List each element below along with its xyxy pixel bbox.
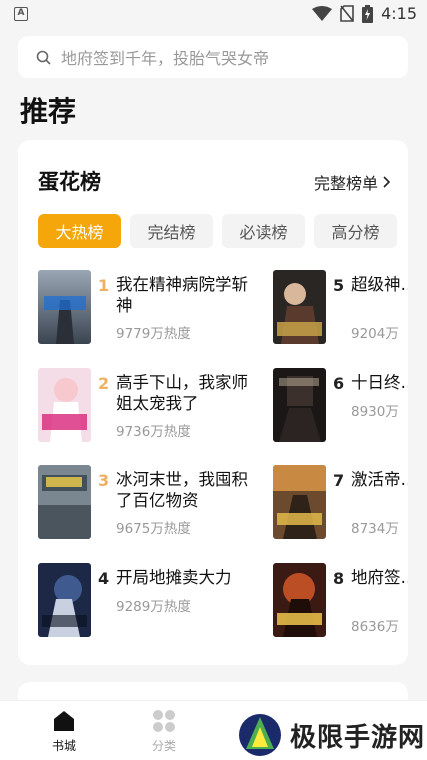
search-input[interactable]: 地府签到千年，投胎气哭女帝 [18,36,408,78]
book-heat: 8930万 [351,404,399,420]
chevron-right-icon [383,176,390,188]
book-cover [273,270,326,344]
ranking-card: 蛋花榜 完整榜单 大热榜 完结榜 必读榜 高分榜 1 我在精神病院学斩神 977… [18,140,408,665]
nav-bookstore[interactable]: 书城 [34,709,94,754]
nav-label: 书城 [51,739,76,753]
full-list-label: 完整榜单 [313,174,378,193]
book-heat: 9675万热度 [116,521,191,537]
book-cover [273,465,326,539]
home-icon [54,711,74,731]
book-rank: 8 [333,569,345,588]
book-title: 地府签…胎气哭 [351,568,408,587]
book-rank: 7 [333,471,345,490]
tab-hot[interactable]: 大热榜 [38,214,121,248]
clock: 4:15 [381,4,417,23]
book-rank: 5 [333,276,345,295]
book-title: 十日终… [351,373,408,392]
book-cover [38,270,91,344]
book-rank: 1 [98,276,110,295]
book-cover [273,368,326,442]
search-icon [36,50,51,65]
book-title: 超级神…倍返现 [351,275,408,294]
book-heat: 9204万 [351,326,399,342]
book-title: 开局地摊卖大力 [116,568,232,587]
book-rank: 3 [98,471,110,490]
book-title: 激活帝…局召唤 [351,470,408,489]
book-item[interactable]: 2 高手下山，我家师姐太宠我了 9736万热度 [38,368,268,446]
battery-charging-icon [362,4,374,23]
book-item[interactable]: 8 地府签…胎气哭 8636万 [273,563,408,641]
nav-label: 分类 [151,739,176,753]
book-cover [38,465,91,539]
book-item[interactable]: 4 开局地摊卖大力 9289万热度 [38,563,268,641]
no-sim-icon [340,5,354,22]
book-title: 冰河末世，我囤积了百亿物资 [116,470,248,510]
book-heat: 9779万热度 [116,326,191,342]
tab-must-read[interactable]: 必读榜 [222,214,305,248]
book-heat: 9289万热度 [116,599,191,615]
book-title: 我在精神病院学斩神 [116,275,248,315]
book-item[interactable]: 3 冰河末世，我囤积了百亿物资 9675万热度 [38,465,268,543]
book-rank: 6 [333,374,345,393]
status-icons: 4:15 [312,4,417,23]
book-item[interactable]: 1 我在精神病院学斩神 9779万热度 [38,270,268,348]
book-rank: 4 [98,569,110,588]
book-item[interactable]: 6 十日终… 8930万 [273,368,408,446]
search-placeholder: 地府签到千年，投胎气哭女帝 [61,49,270,68]
ranking-tabs: 大热榜 完结榜 必读榜 高分榜 [38,214,397,248]
book-cover [273,563,326,637]
book-item[interactable]: 5 超级神…倍返现 9204万 [273,270,408,348]
book-cover [38,563,91,637]
ranking-title: 蛋花榜 [38,170,101,194]
wifi-icon [312,5,333,21]
watermark: 极限手游网 [228,710,427,760]
tab-completed[interactable]: 完结榜 [130,214,213,248]
book-title: 高手下山，我家师姐太宠我了 [116,373,248,413]
book-heat: 8636万 [351,619,399,635]
app-notification-icon: A [14,7,28,21]
status-bar: A 4:15 [0,0,427,30]
full-list-link[interactable]: 完整榜单 [314,170,390,194]
book-rank: 2 [98,374,110,393]
book-heat: 8734万 [351,521,399,537]
page-title: 推荐 [20,95,77,128]
grid-icon [153,710,175,732]
nav-category[interactable]: 分类 [134,709,194,754]
book-item[interactable]: 7 激活帝…局召唤 8734万 [273,465,408,543]
book-heat: 9736万热度 [116,424,191,440]
watermark-text: 极限手游网 [290,722,426,753]
watermark-logo-icon [239,714,281,756]
book-cover [38,368,91,442]
tab-high-score[interactable]: 高分榜 [314,214,397,248]
